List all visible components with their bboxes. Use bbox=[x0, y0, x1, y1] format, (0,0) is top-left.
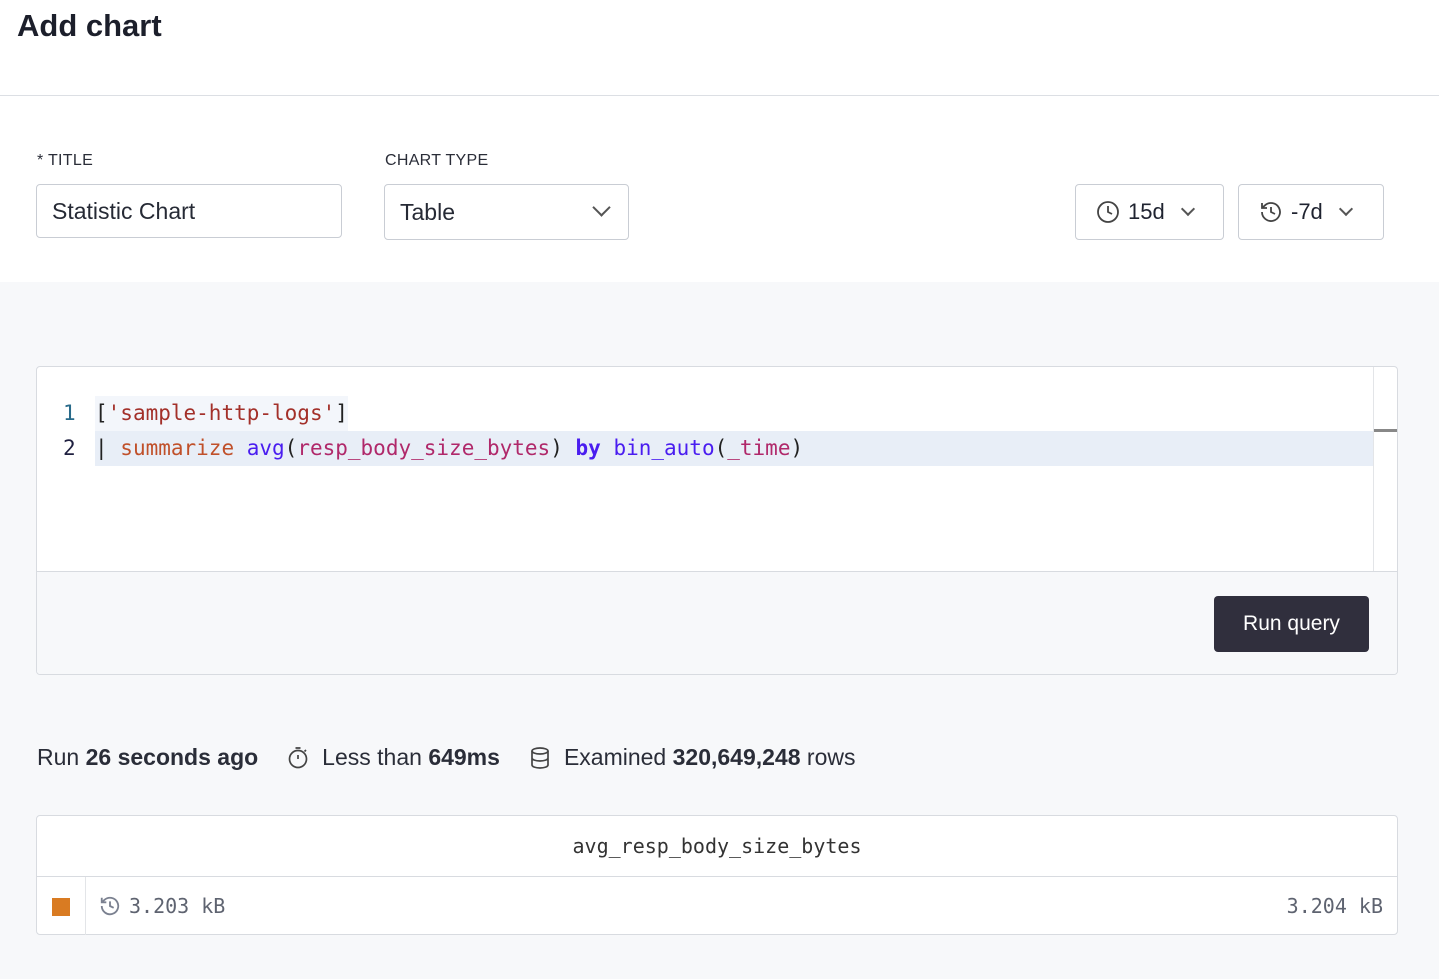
results-table: avg_resp_body_size_bytes 3.203 kB 3.204 … bbox=[36, 815, 1398, 935]
keyword-by: by bbox=[563, 436, 601, 460]
line-number: 1 bbox=[63, 396, 83, 431]
chart-type-select[interactable]: Table bbox=[384, 184, 629, 240]
query-editor[interactable]: 1 ['sample-http-logs'] 2 | summarize avg… bbox=[36, 366, 1398, 675]
run-prefix: Run bbox=[37, 744, 79, 771]
duration-prefix: Less than bbox=[322, 744, 422, 771]
compare-value: 3.203 kB bbox=[129, 894, 225, 918]
history-icon bbox=[1259, 200, 1283, 224]
history-icon bbox=[99, 895, 121, 917]
run-time: 26 seconds ago bbox=[86, 744, 259, 771]
duration: 649ms bbox=[428, 744, 500, 771]
paren: ( bbox=[715, 436, 728, 460]
header-bar bbox=[0, 0, 1439, 96]
rows-prefix: Examined bbox=[564, 744, 666, 771]
rows-suffix: rows bbox=[807, 744, 856, 771]
field: resp_body_size_bytes bbox=[297, 436, 550, 460]
rows-count: 320,649,248 bbox=[673, 744, 801, 771]
chevron-down-icon bbox=[1339, 202, 1353, 216]
bracket: [ bbox=[95, 401, 108, 425]
query-stats: Run 26 seconds ago Less than 649ms Exami… bbox=[37, 744, 855, 771]
title-label: * TITLE bbox=[37, 152, 93, 170]
chart-type-value: Table bbox=[400, 199, 455, 226]
line-number: 2 bbox=[63, 431, 83, 466]
function: avg bbox=[234, 436, 285, 460]
time-shift-button[interactable]: -7d bbox=[1238, 184, 1384, 240]
function: bin_auto bbox=[601, 436, 715, 460]
keyword: summarize bbox=[120, 436, 234, 460]
time-shift-value: -7d bbox=[1291, 199, 1323, 225]
paren: ( bbox=[285, 436, 298, 460]
pipe: | bbox=[95, 436, 120, 460]
code-line: 2 | summarize avg(resp_body_size_bytes) … bbox=[37, 431, 1374, 466]
code-area[interactable]: 1 ['sample-http-logs'] 2 | summarize avg… bbox=[37, 367, 1374, 571]
dataset-string: 'sample-http-logs' bbox=[108, 401, 336, 425]
clock-icon bbox=[1096, 200, 1120, 224]
cell-value: 3.204 kB bbox=[1287, 894, 1383, 918]
editor-scrollbar[interactable] bbox=[1373, 367, 1397, 571]
column-header[interactable]: avg_resp_body_size_bytes bbox=[37, 816, 1397, 877]
time-range-button[interactable]: 15d bbox=[1075, 184, 1224, 240]
paren: ) bbox=[550, 436, 563, 460]
chevron-down-icon bbox=[592, 198, 610, 216]
chevron-down-icon bbox=[1181, 202, 1195, 216]
header-panel: Add chart * TITLE CHART TYPE Statistic C… bbox=[0, 0, 1439, 282]
code-line: 1 ['sample-http-logs'] bbox=[37, 396, 1374, 431]
database-icon bbox=[528, 746, 552, 770]
paren: ) bbox=[790, 436, 803, 460]
table-row: 3.203 kB 3.204 kB bbox=[37, 877, 1397, 935]
bracket: ] bbox=[335, 401, 348, 425]
run-query-button[interactable]: Run query bbox=[1214, 596, 1369, 652]
stopwatch-icon bbox=[286, 746, 310, 770]
page-title: Add chart bbox=[17, 8, 162, 44]
field: _time bbox=[727, 436, 790, 460]
series-swatch bbox=[52, 898, 70, 916]
editor-footer: Run query bbox=[37, 571, 1397, 675]
title-input[interactable]: Statistic Chart bbox=[36, 184, 342, 238]
chart-type-label: CHART TYPE bbox=[385, 152, 488, 170]
time-range-value: 15d bbox=[1128, 199, 1165, 225]
